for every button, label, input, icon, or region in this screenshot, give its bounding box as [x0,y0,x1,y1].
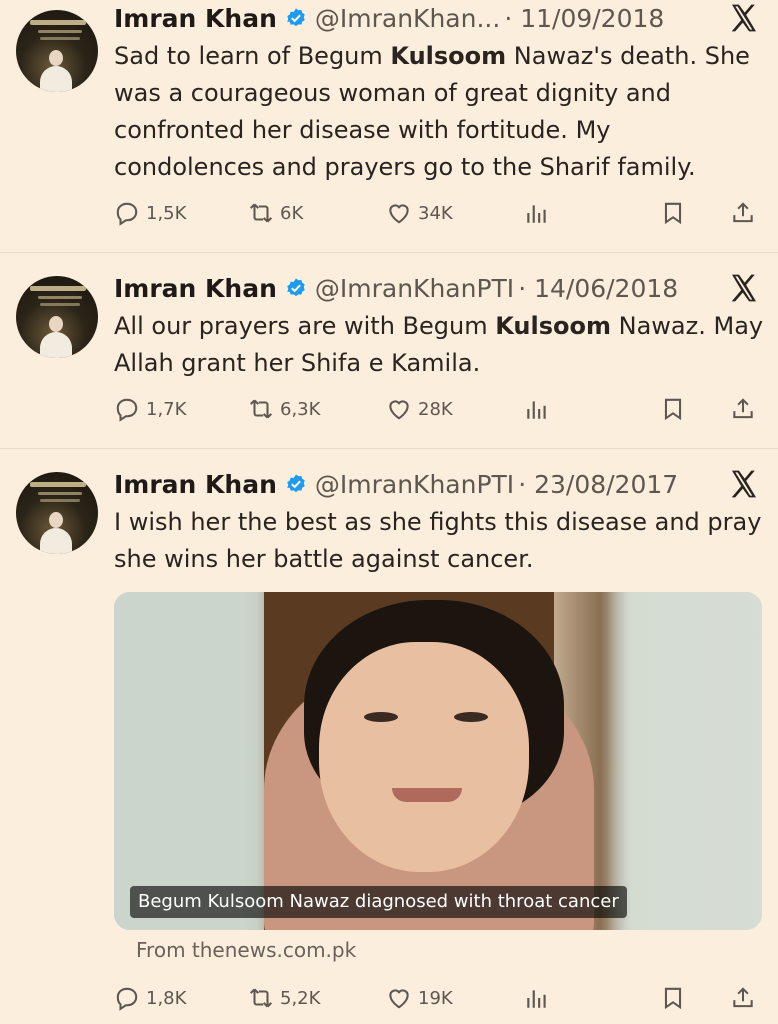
author-handle[interactable]: @ImranKhanPTI [315,274,514,303]
author-name[interactable]: Imran Khan [114,4,277,33]
author-handle[interactable]: @ImranKhanPTI [315,470,514,499]
like-button[interactable]: 28K [386,391,453,427]
media-caption: Begum Kulsoom Nawaz diagnosed with throa… [130,886,627,918]
reply-icon [116,202,138,226]
bookmark-icon [664,202,682,225]
views-button[interactable] [524,980,556,1016]
tweet-text: Sad to learn of Begum Kulsoom Nawaz's de… [114,42,750,181]
reply-button[interactable]: 1,7K [114,391,186,427]
like-button[interactable]: 34K [386,195,453,231]
like-icon [389,204,409,224]
reply-button[interactable]: 1,5K [114,195,186,231]
tweet-header: Imran Khan @ImranKhanPTI · 14/06/2018 [114,270,678,306]
avatar[interactable] [16,10,98,92]
bookmark-button[interactable] [660,391,692,427]
bookmark-icon [664,987,682,1010]
like-icon [389,400,409,420]
tweet-header: Imran Khan @ImranKhan... · 11/09/2018 [114,0,664,36]
reply-icon [116,398,138,422]
reply-icon [116,987,138,1011]
like-button[interactable]: 19K [386,980,453,1016]
tweet-1[interactable]: Imran Khan @ImranKhan... · 11/09/2018 Sa… [0,0,778,250]
tweet-date[interactable]: · 11/09/2018 [504,4,664,33]
repost-icon [249,399,273,419]
tweet-actions: 1,5K 6K 34K [114,195,764,231]
tweet-header: Imran Khan @ImranKhanPTI · 23/08/2017 [114,466,678,502]
repost-button[interactable]: 6K [248,195,303,231]
bookmark-icon [664,398,682,421]
verified-badge-icon [287,8,305,27]
views-button[interactable] [524,391,556,427]
tweet-text: I wish her the best as she fights this d… [114,508,762,573]
repost-icon [249,988,273,1008]
views-icon [527,401,546,419]
tweet-2[interactable]: Imran Khan @ImranKhanPTI · 14/06/2018 Al… [0,268,778,448]
avatar[interactable] [16,276,98,358]
bookmark-button[interactable] [660,980,692,1016]
repost-icon [249,203,273,223]
share-icon [733,202,753,223]
repost-button[interactable]: 6,3K [248,391,320,427]
tweet-actions: 1,7K 6,3K 28K [114,391,764,427]
repost-button[interactable]: 5,2K [248,980,320,1016]
avatar[interactable] [16,472,98,554]
author-name[interactable]: Imran Khan [114,274,277,303]
views-button[interactable] [524,195,556,231]
reply-button[interactable]: 1,8K [114,980,186,1016]
share-icon [733,987,753,1008]
views-icon [527,990,546,1008]
x-logo-icon [731,274,756,302]
verified-badge-icon [287,278,305,297]
verified-badge-icon [287,474,305,493]
x-logo-icon [731,4,756,32]
divider [0,252,778,253]
share-button[interactable] [730,391,762,427]
share-button[interactable] [730,195,762,231]
author-name[interactable]: Imran Khan [114,470,277,499]
share-button[interactable] [730,980,762,1016]
like-icon [389,989,409,1009]
link-source[interactable]: From thenews.com.pk [136,938,356,962]
tweet-date[interactable]: · 23/08/2017 [518,470,678,499]
divider [0,448,778,449]
x-logo-icon [731,470,756,498]
tweet-media-image[interactable]: Begum Kulsoom Nawaz diagnosed with throa… [114,592,762,930]
views-icon [527,205,546,223]
bookmark-button[interactable] [660,195,692,231]
tweet-actions: 1,8K 5,2K 19K [114,980,764,1016]
tweet-text: All our prayers are with Begum Kulsoom N… [114,312,764,377]
author-handle[interactable]: @ImranKhan... [315,4,500,33]
tweet-date[interactable]: · 14/06/2018 [518,274,678,303]
share-icon [733,398,753,419]
